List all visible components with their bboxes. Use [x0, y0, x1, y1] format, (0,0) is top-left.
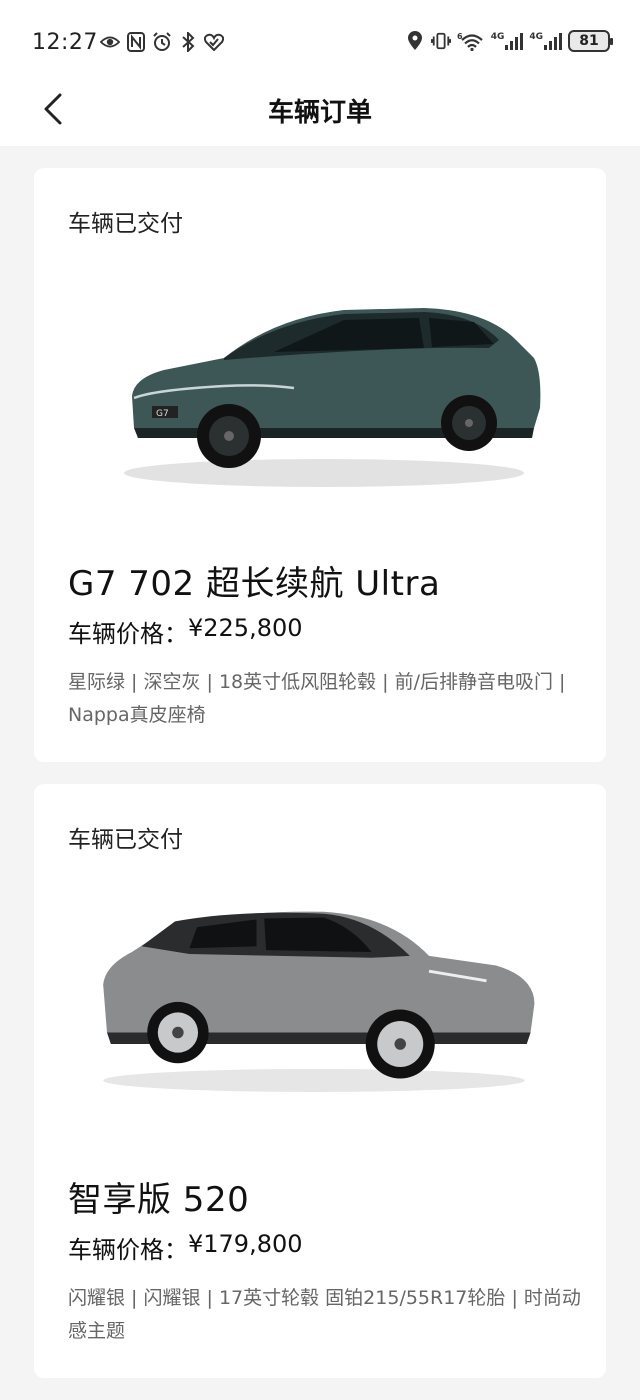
status-bar: 12:27 6 4G 4G 81	[0, 0, 640, 80]
cell-signal-1: 4G	[491, 32, 524, 50]
order-status: 车辆已交付	[68, 827, 183, 853]
price-row: 车辆价格： ¥225,800	[68, 614, 303, 649]
battery-level: 81	[579, 33, 599, 49]
price-row: 车辆价格： ¥179,800	[68, 1230, 303, 1265]
car-image-g7: G7	[124, 308, 541, 487]
car-image-silver	[103, 911, 535, 1092]
signal-bars-icon	[505, 32, 524, 50]
model-name: G7 702 超长续航 Ultra	[68, 564, 441, 604]
status-left-icons	[100, 31, 224, 53]
status-time: 12:27	[32, 30, 98, 55]
battery-icon: 81	[568, 30, 613, 52]
order-status: 车辆已交付	[68, 211, 183, 237]
vehicle-options: 星际绿 | 深空灰 | 18英寸低风阻轮毂 | 前/后排静音电吸门 | Napp…	[68, 671, 566, 726]
signal-bars-icon	[544, 32, 562, 50]
cell-signal-2: 4G	[529, 32, 562, 50]
price-label: 车辆价格：	[68, 620, 188, 648]
vibrate-icon	[430, 30, 451, 52]
car-badge: G7	[156, 409, 169, 419]
alarm-icon	[152, 31, 172, 53]
page-header: 车辆订单	[0, 80, 640, 146]
location-icon	[405, 30, 425, 52]
wifi-icon: 6	[457, 30, 485, 52]
network-type-1: 4G	[490, 32, 505, 42]
price-label: 车辆价格：	[68, 1236, 188, 1264]
bluetooth-icon	[178, 31, 198, 53]
eye-icon	[100, 31, 120, 53]
price-value: ¥225,800	[188, 614, 303, 642]
vehicle-options: 闪耀银 | 闪耀银 | 17英寸轮毂 固铂215/55R17轮胎 | 时尚动感主…	[68, 1287, 581, 1342]
order-card[interactable]: 车辆已交付 智享版 520 车辆价格： ¥179,800 闪耀银 | 闪耀银 |…	[34, 784, 606, 1378]
heart-check-icon	[204, 31, 224, 53]
price-value: ¥179,800	[188, 1230, 303, 1258]
network-type-2: 4G	[529, 32, 543, 42]
model-name: 智享版 520	[68, 1180, 250, 1220]
status-right-icons: 6 4G 4G 81	[405, 30, 613, 52]
nfc-icon	[126, 31, 146, 53]
page-title: 车辆订单	[267, 98, 372, 128]
order-card[interactable]: 车辆已交付 G7 G7 702 超长续航 Ultra 车辆价格： ¥225,80…	[34, 168, 606, 762]
